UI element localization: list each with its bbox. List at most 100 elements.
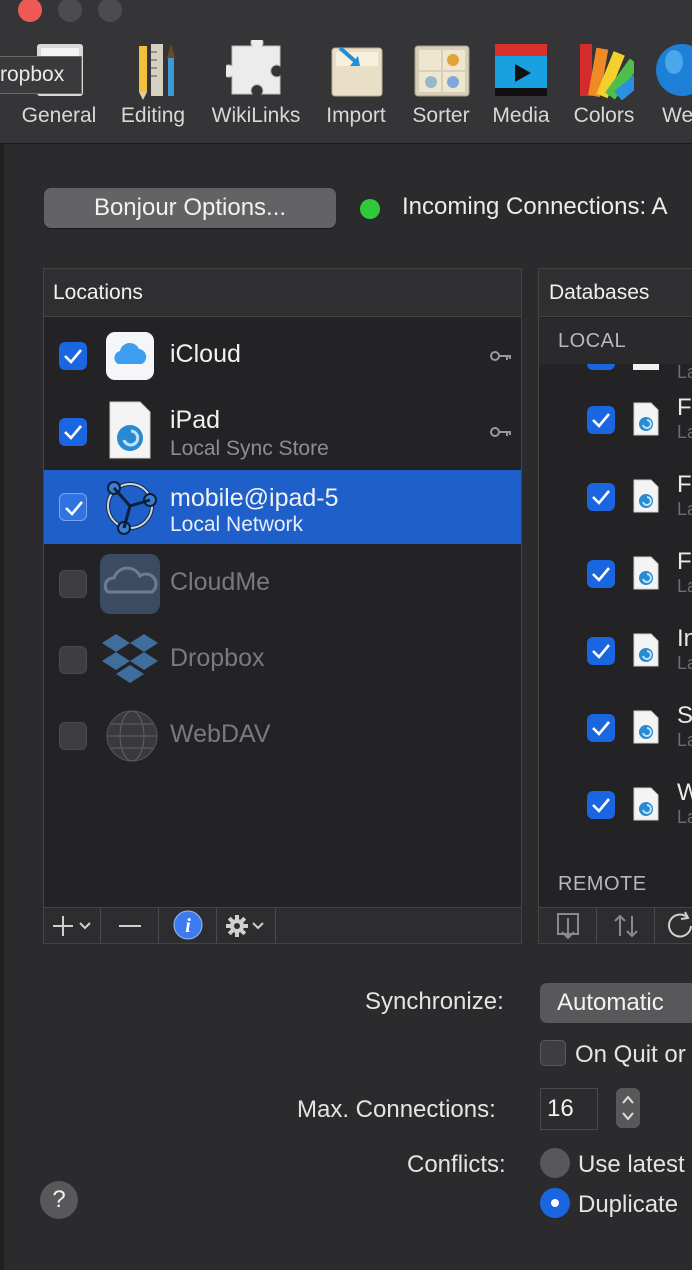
download-button[interactable] — [539, 908, 597, 943]
location-row-webdav[interactable]: WebDAV — [44, 698, 521, 774]
sync-arrows-button[interactable] — [597, 908, 655, 943]
section-local: LOCAL — [539, 318, 692, 364]
db-title: F — [677, 394, 692, 421]
webdav-globe-icon — [104, 708, 160, 764]
db-row-partial[interactable]: La — [539, 364, 692, 382]
db-title: F — [677, 548, 692, 575]
location-subtitle: Local Network — [170, 513, 304, 536]
db-checkbox[interactable] — [587, 560, 615, 588]
on-quit-label: On Quit or — [575, 1041, 686, 1068]
location-row-mobile-ipad-5[interactable]: mobile@ipad-5 Local Network — [44, 470, 521, 544]
locations-button-bar: i — [43, 908, 522, 944]
duplicate-radio[interactable] — [540, 1188, 570, 1218]
toolbar-label: We — [662, 104, 692, 127]
bonjour-network-icon — [100, 476, 160, 536]
toolbar-label: General — [21, 104, 97, 127]
synchronize-label: Synchronize: — [365, 988, 504, 1015]
minimize-window-button[interactable] — [58, 0, 82, 22]
gear-menu-button[interactable] — [217, 908, 276, 943]
puzzle-icon — [222, 36, 286, 100]
location-name: mobile@ipad-5 — [170, 484, 339, 512]
db-row[interactable]: FLa — [539, 382, 692, 459]
databases-header[interactable]: Databases — [539, 269, 692, 317]
sorter-icon — [411, 40, 471, 100]
db-sub: La — [677, 807, 692, 827]
toolbar-import[interactable]: Import — [311, 40, 401, 140]
location-checkbox[interactable] — [59, 418, 87, 446]
use-latest-label: Use latest — [578, 1151, 685, 1178]
icloud-icon — [106, 332, 154, 380]
location-row-ipad[interactable]: iPad Local Sync Store — [44, 394, 521, 470]
toolbar-label: Import — [326, 104, 386, 127]
max-connections-stepper[interactable] — [616, 1088, 640, 1128]
document-icon — [633, 402, 659, 436]
duplicate-label: Duplicate — [578, 1191, 679, 1218]
db-checkbox[interactable] — [587, 714, 615, 742]
toolbar-label: Colors — [573, 104, 635, 127]
section-remote: REMOTE — [558, 873, 647, 895]
location-name: iPad — [170, 406, 221, 434]
toolbar-label: Sorter — [412, 104, 470, 127]
document-icon — [633, 787, 659, 821]
toolbar-media[interactable]: Media — [476, 40, 566, 140]
toolbar-web[interactable]: We — [646, 40, 692, 140]
bonjour-options-button[interactable]: Bonjour Options... — [44, 188, 336, 228]
refresh-button[interactable] — [655, 908, 692, 943]
db-row[interactable]: FLa — [539, 536, 692, 613]
on-quit-checkbox[interactable] — [540, 1040, 566, 1066]
ipad-document-icon — [106, 400, 154, 460]
toolbar-colors[interactable]: Colors — [559, 40, 651, 140]
db-checkbox[interactable] — [587, 483, 615, 511]
db-checkbox[interactable] — [587, 637, 615, 665]
db-checkbox[interactable] — [587, 406, 615, 434]
remove-location-button[interactable] — [101, 908, 159, 943]
db-row[interactable]: InLa — [539, 613, 692, 690]
location-subtitle: Local Sync Store — [170, 437, 329, 460]
use-latest-radio[interactable] — [540, 1148, 570, 1178]
tooltip: ropbox — [0, 56, 82, 94]
info-button[interactable]: i — [159, 908, 217, 943]
location-checkbox[interactable] — [59, 722, 87, 750]
databases-table: Databases LOCAL La FLaFLaFLaInLaSLaWLa R… — [538, 268, 692, 908]
locations-header[interactable]: Locations — [44, 269, 521, 317]
locations-table: Locations iCloud iPad Local Sync Store m… — [43, 268, 522, 908]
toolbar-editing[interactable]: Editing — [108, 40, 198, 140]
dropbox-icon — [100, 632, 160, 688]
db-sub: La — [677, 364, 692, 382]
db-sub: La — [677, 653, 692, 673]
toolbar-sorter[interactable]: Sorter — [396, 40, 486, 140]
document-icon — [633, 479, 659, 513]
location-checkbox[interactable] — [59, 646, 87, 674]
db-row[interactable]: FLa — [539, 459, 692, 536]
key-icon[interactable] — [490, 349, 512, 363]
db-row[interactable]: SLa — [539, 690, 692, 767]
location-name: Dropbox — [170, 644, 265, 672]
toolbar-wikilinks[interactable]: WikiLinks — [211, 36, 301, 140]
db-checkbox[interactable] — [587, 791, 615, 819]
databases-button-bar — [538, 908, 692, 944]
help-button[interactable]: ? — [40, 1181, 78, 1219]
media-icon — [491, 40, 551, 100]
db-row[interactable]: WLa — [539, 767, 692, 844]
location-checkbox[interactable] — [59, 570, 87, 598]
colors-icon — [574, 40, 651, 101]
db-sub: La — [677, 576, 692, 596]
close-window-button[interactable] — [18, 0, 42, 22]
key-icon[interactable] — [490, 425, 512, 439]
location-checkbox[interactable] — [59, 342, 87, 370]
toolbar-label: WikiLinks — [211, 104, 301, 127]
location-row-dropbox[interactable]: Dropbox — [44, 622, 521, 698]
db-title: In — [677, 625, 692, 652]
location-checkbox[interactable] — [59, 493, 87, 521]
toolbar-label: Editing — [120, 104, 186, 127]
max-connections-field[interactable]: 16 — [540, 1088, 598, 1130]
synchronize-popup[interactable]: Automatic — [540, 983, 692, 1023]
location-row-cloudme[interactable]: CloudMe — [44, 546, 521, 622]
add-location-button[interactable] — [44, 908, 101, 943]
db-checkbox[interactable] — [587, 364, 615, 370]
db-sub: La — [677, 499, 692, 519]
globe-icon — [646, 40, 692, 100]
location-row-icloud[interactable]: iCloud — [44, 318, 521, 394]
zoom-window-button[interactable] — [98, 0, 122, 22]
document-icon — [633, 710, 659, 744]
